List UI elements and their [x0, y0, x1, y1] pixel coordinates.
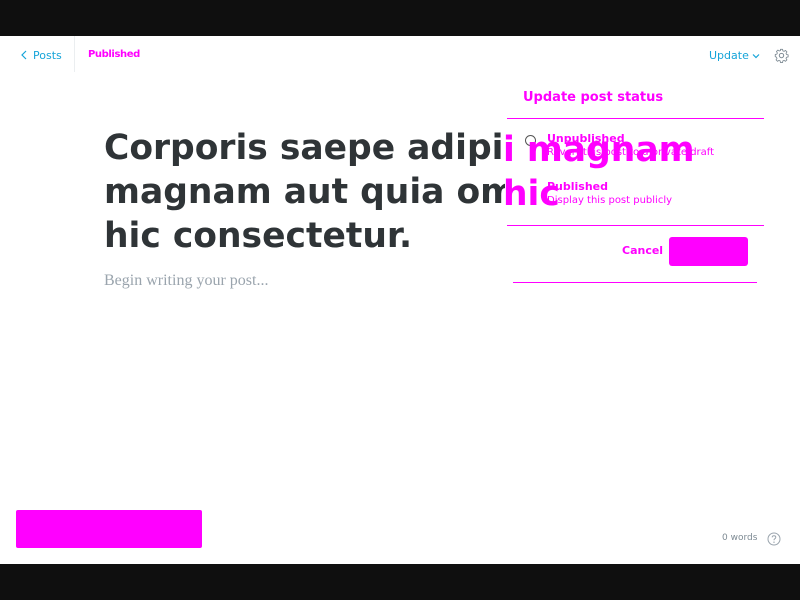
- back-to-posts-label: Posts: [33, 48, 62, 62]
- post-body-placeholder[interactable]: Begin writing your post...: [104, 272, 268, 290]
- popover-divider: [507, 225, 764, 226]
- cancel-button[interactable]: Cancel: [622, 244, 663, 257]
- post-editor: Posts Published Update Corporis saepe ad…: [0, 36, 800, 564]
- gear-icon[interactable]: [774, 48, 789, 67]
- word-count: 0 words: [722, 533, 758, 543]
- back-to-posts-link[interactable]: Posts: [20, 48, 62, 62]
- popover-divider: [513, 282, 757, 283]
- help-icon[interactable]: [767, 531, 781, 550]
- confirm-status-button[interactable]: [669, 237, 748, 266]
- update-button-label: Update: [709, 48, 749, 62]
- post-status-tag: Published: [88, 49, 140, 60]
- popover-heading: Update post status: [523, 90, 664, 105]
- post-title-overlap: i magnam hic: [503, 130, 695, 214]
- header-divider: [74, 36, 75, 72]
- popover-divider: [507, 118, 764, 119]
- update-button[interactable]: Update: [709, 48, 760, 62]
- top-bar: [0, 0, 800, 36]
- chevron-down-icon: [752, 49, 760, 62]
- chevron-left-icon: [20, 50, 28, 60]
- footer-action-button[interactable]: [16, 510, 202, 548]
- bottom-bar: [0, 564, 800, 600]
